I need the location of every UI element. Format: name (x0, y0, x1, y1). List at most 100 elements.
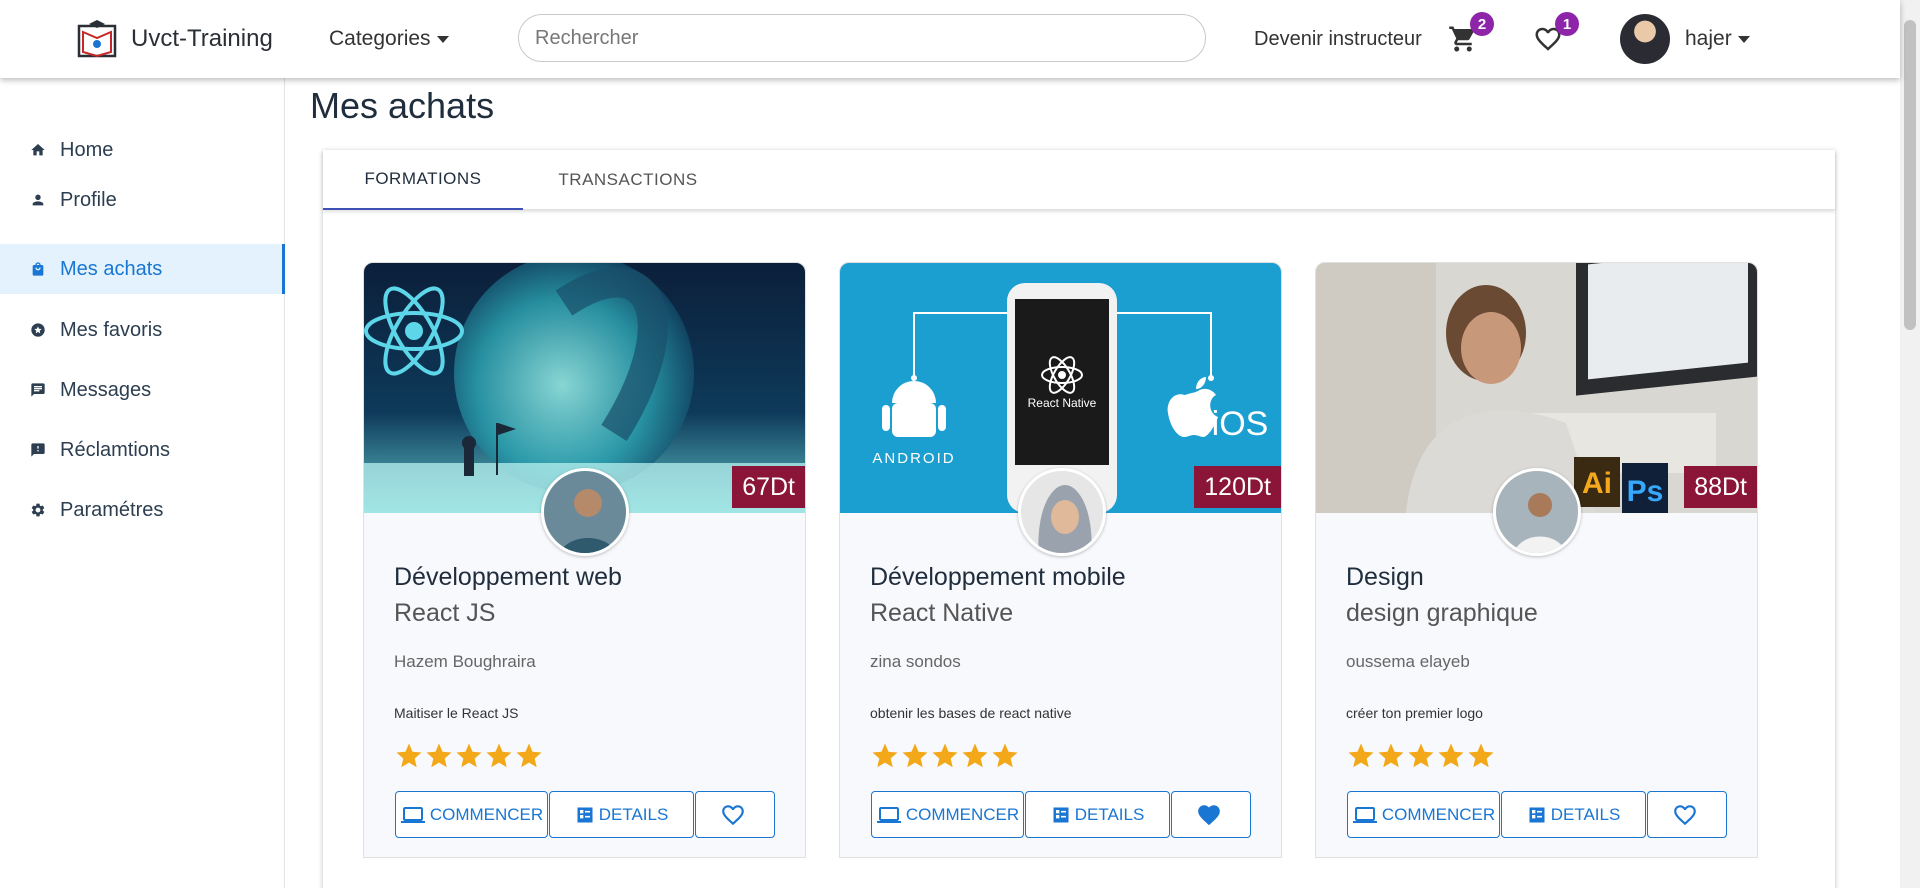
course-card: 67Dt Développement web React JS Hazem Bo… (363, 262, 806, 858)
user-menu[interactable]: hajer (1685, 27, 1750, 51)
star-icon (1378, 743, 1404, 768)
star-icon (872, 743, 898, 768)
sidebar: Home Profile Mes achats Mes favoris Mess… (0, 78, 285, 888)
react-native-text: React Native (1028, 396, 1097, 410)
favorite-button[interactable] (695, 791, 775, 838)
start-course-button[interactable]: COMMENCER (395, 791, 548, 838)
sidebar-item-mes-favoris[interactable]: Mes favoris (0, 305, 285, 355)
heart-outline-icon (722, 804, 744, 825)
sidebar-item-label: Profile (60, 188, 117, 211)
heart-outline-icon (1674, 804, 1696, 825)
sidebar-item-label: Paramétres (60, 498, 164, 521)
details-button[interactable]: DETAILS (549, 791, 694, 838)
star-icon (932, 743, 958, 768)
star-icon (426, 743, 452, 768)
details-icon (1529, 807, 1545, 822)
course-card: Ai Ps 88Dt Design design graphique ousse… (1315, 262, 1758, 858)
laptop-icon (1352, 806, 1377, 823)
caret-down-icon (1737, 35, 1750, 43)
course-subtitle: React JS (394, 599, 496, 627)
start-label: COMMENCER (905, 804, 1020, 824)
price-tag: 88Dt (1684, 466, 1757, 508)
gear-icon (30, 502, 46, 518)
course-subtitle: React Native (870, 599, 1014, 627)
sidebar-item-label: Mes achats (60, 257, 163, 280)
brand-name: Uvct-Training (131, 25, 273, 52)
course-subtitle: design graphique (1346, 599, 1538, 627)
cart-count-badge: 2 (1470, 12, 1494, 36)
tab-formations[interactable]: FORMATIONS (323, 150, 523, 210)
sidebar-item-label: Messages (60, 378, 152, 401)
sidebar-item-home[interactable]: Home (0, 125, 285, 175)
details-label: DETAILS (1550, 804, 1621, 824)
instructor-avatar (1493, 468, 1581, 556)
course-description: obtenir les bases de react native (870, 705, 1072, 721)
course-title: Développement mobile (870, 563, 1126, 591)
star-icon (962, 743, 988, 768)
rating-stars (870, 741, 1020, 771)
sidebar-item-label: Mes favoris (60, 318, 163, 341)
report-icon (30, 442, 46, 458)
start-label: COMMENCER (429, 804, 544, 824)
start-course-button[interactable]: COMMENCER (1347, 791, 1500, 838)
favorites-button[interactable]: 1 (1533, 12, 1579, 54)
categories-dropdown[interactable]: Categories (329, 27, 449, 51)
course-author: oussema elayeb (1346, 652, 1470, 671)
tab-transactions[interactable]: TRANSACTIONS (523, 150, 733, 210)
details-button[interactable]: DETAILS (1501, 791, 1646, 838)
caret-down-icon (436, 35, 449, 43)
user-avatar[interactable] (1620, 14, 1670, 64)
course-card: React Native ANDROID iOS 120Dt Développe… (839, 262, 1282, 858)
sidebar-item-messages[interactable]: Messages (0, 365, 285, 415)
scrollbar-thumb[interactable] (1904, 20, 1916, 330)
top-navbar: Uvct-Training Categories Devenir instruc… (0, 0, 1900, 78)
details-button[interactable]: DETAILS (1025, 791, 1170, 838)
course-author: zina sondos (870, 652, 961, 671)
person-icon (30, 192, 46, 208)
ai-text: Ai (1582, 467, 1612, 500)
favorite-button[interactable] (1647, 791, 1727, 838)
star-icon (456, 743, 482, 768)
instructor-avatar (1018, 468, 1106, 556)
rating-stars (394, 741, 544, 771)
android-text: ANDROID (872, 450, 955, 467)
page-title: Mes achats (310, 85, 495, 126)
categories-label: Categories (329, 27, 431, 50)
logo-icon (77, 20, 117, 58)
cart-button[interactable]: 2 (1448, 12, 1494, 54)
start-label: COMMENCER (1381, 804, 1496, 824)
details-icon (1053, 807, 1069, 822)
star-icon (1408, 743, 1434, 768)
course-title: Développement web (394, 563, 622, 591)
details-label: DETAILS (1074, 804, 1145, 824)
star-icon (1348, 743, 1374, 768)
course-author: Hazem Boughraira (394, 652, 536, 671)
search-input[interactable] (518, 14, 1206, 62)
sidebar-item-profile[interactable]: Profile (0, 175, 285, 225)
become-instructor-link[interactable]: Devenir instructeur (1254, 28, 1422, 51)
sidebar-item-label: Home (60, 138, 114, 161)
favorite-button[interactable] (1171, 791, 1251, 838)
page-scrollbar[interactable] (1900, 0, 1920, 888)
laptop-icon (876, 806, 901, 823)
sidebar-item-mes-achats[interactable]: Mes achats (0, 244, 285, 294)
ps-text: Ps (1627, 475, 1664, 508)
start-course-button[interactable]: COMMENCER (871, 791, 1024, 838)
details-label: DETAILS (598, 804, 669, 824)
shopping-bag-icon (30, 261, 46, 277)
star-icon (902, 743, 928, 768)
star-circle-icon (30, 322, 46, 338)
details-icon (577, 807, 593, 822)
course-title: Design (1346, 563, 1424, 591)
instructor-avatar (541, 468, 629, 556)
heart-filled-icon (1198, 804, 1220, 825)
ios-text: iOS (1212, 405, 1269, 443)
price-tag: 67Dt (732, 466, 805, 508)
star-icon (1468, 743, 1494, 768)
sidebar-item-reclamations[interactable]: Réclamtions (0, 425, 285, 475)
sidebar-item-label: Réclamtions (60, 438, 171, 461)
user-name: hajer (1685, 27, 1732, 50)
star-icon (396, 743, 422, 768)
sidebar-item-parametres[interactable]: Paramétres (0, 485, 285, 535)
brand[interactable]: Uvct-Training (73, 18, 273, 60)
